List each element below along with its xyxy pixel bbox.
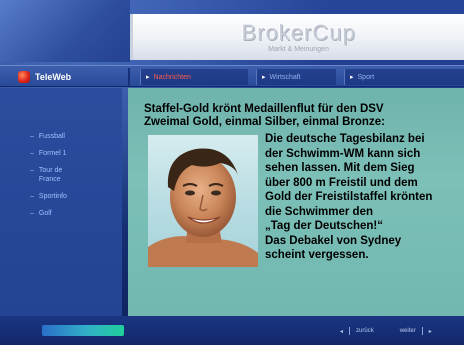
nav-divider — [128, 68, 130, 86]
next-button[interactable]: weiter — [400, 328, 416, 334]
sidebar-item-tour-de-france[interactable]: – Tour de France — [30, 166, 112, 184]
swimmer-photo — [148, 135, 258, 267]
arrow-left-icon: ◂ — [340, 328, 344, 335]
article-body-line: Das Debakel von Sydney — [265, 234, 402, 247]
article-body: Die deutsche Tagesbilanz bei der Schwimm… — [265, 132, 464, 263]
article-panel: Staffel-Gold krönt Medaillenflut für den… — [128, 88, 464, 316]
nav-item-sport[interactable]: ▸ Sport — [350, 71, 374, 83]
tv-screen: BrokerCup Markt & Meinungen TeleWeb ▸ Na… — [0, 0, 464, 345]
sidebar-item-golf[interactable]: – Golf — [30, 209, 112, 218]
article-body-line: der Schwimm-WM kann sich — [265, 147, 421, 160]
sidebar: – Fussball – Formel 1 – Tour de France –… — [0, 88, 122, 316]
sidebar-item-label: Formel 1 — [38, 150, 67, 157]
teleweb-logo-icon — [18, 71, 30, 83]
nav-item-label: Wirtschaft — [269, 73, 301, 81]
prev-button[interactable]: zurück — [356, 328, 374, 334]
sidebar-item-fussball[interactable]: – Fussball — [30, 132, 112, 141]
footer-navigation: ◂ zurück weiter ▸ — [340, 326, 432, 336]
bullet-dash-icon: – — [30, 167, 34, 174]
footer-separator — [421, 327, 423, 335]
swimmer-portrait-icon — [148, 148, 258, 267]
brand-name: TeleWeb — [35, 72, 72, 82]
corner-decoration — [0, 0, 130, 62]
article-body-line: Die deutsche Tagesbilanz bei — [265, 133, 425, 145]
article-body-line: scheint vergessen. — [265, 249, 369, 261]
article-subline: Zweimal Gold, einmal Silber, einmal Bron… — [144, 116, 385, 128]
arrow-right-icon: ▸ — [262, 74, 266, 81]
footer-logo[interactable] — [42, 325, 124, 336]
bullet-dash-icon: – — [30, 193, 34, 200]
article-body-line: die Schwimmer den — [265, 205, 374, 218]
ad-banner[interactable]: BrokerCup Markt & Meinungen — [130, 14, 464, 60]
sidebar-item-label: Sportinfo — [38, 193, 67, 200]
bullet-dash-icon: – — [30, 210, 34, 217]
sidebar-item-label: Fussball — [38, 133, 65, 140]
sidebar-item-formel-1[interactable]: – Formel 1 — [30, 149, 112, 158]
article-body-line: Gold der Freistilstaffel krönten — [265, 191, 433, 203]
article-body-line: „Tag der Deutschen!“ — [265, 220, 383, 232]
bullet-dash-icon: – — [30, 133, 34, 140]
sidebar-list: – Fussball – Formel 1 – Tour de France –… — [30, 132, 112, 226]
footer-bar: ◂ zurück weiter ▸ — [0, 316, 464, 345]
nav-item-label: Nachrichten — [153, 73, 191, 81]
sidebar-item-sportinfo[interactable]: – Sportinfo — [30, 192, 112, 201]
article-body-line: sehen lassen. Mit dem Sieg — [265, 162, 415, 174]
top-navigation: TeleWeb ▸ Nachrichten ▸ Wirtschaft ▸ Spo… — [0, 65, 464, 87]
banner-title: BrokerCup — [241, 20, 356, 45]
arrow-right-icon: ▸ — [146, 74, 150, 81]
bullet-dash-icon: – — [30, 150, 34, 157]
arrow-right-icon: ▸ — [350, 74, 354, 81]
article-body-line: über 800 m Freistil und dem — [265, 176, 418, 189]
brand[interactable]: TeleWeb — [18, 69, 71, 85]
nav-item-nachrichten[interactable]: ▸ Nachrichten — [146, 71, 191, 83]
article-headline: Staffel-Gold krönt Medaillenflut für den… — [144, 103, 384, 115]
banner-subtitle: Markt & Meinungen — [268, 46, 329, 53]
footer-separator — [349, 327, 351, 335]
nav-item-wirtschaft[interactable]: ▸ Wirtschaft — [262, 71, 301, 83]
sidebar-item-label: Golf — [38, 210, 52, 217]
sidebar-item-label: Tour de France — [38, 167, 63, 183]
nav-item-label: Sport — [357, 73, 375, 81]
arrow-right-icon: ▸ — [428, 328, 432, 335]
